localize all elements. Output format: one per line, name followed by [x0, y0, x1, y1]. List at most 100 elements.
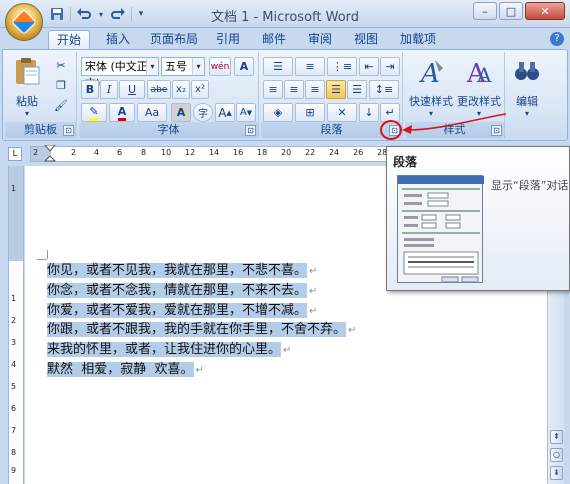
next-page-icon[interactable]: ⇟ [550, 466, 563, 480]
clipboard-launcher-icon[interactable]: ⊡ [63, 125, 74, 136]
document-line[interactable]: 来我的怀里，或者，让我住进你的心里。 ↵ [47, 341, 356, 361]
change-styles-button[interactable]: AA 更改样式 ▾ [455, 56, 503, 118]
line-spacing-button[interactable]: ↕≡ [369, 80, 399, 99]
char-border-button[interactable]: A [234, 57, 254, 76]
shrink-font-button[interactable]: A ▼ [236, 103, 256, 122]
cut-icon[interactable]: ✂ [51, 56, 71, 75]
minimize-button[interactable]: – [473, 2, 497, 20]
superscript-button[interactable]: x² [191, 80, 209, 99]
borders-button[interactable]: ⊞ [295, 103, 325, 122]
vruler-number: 1 [11, 294, 17, 303]
align-right-button[interactable]: ≡ [305, 80, 325, 99]
document-line[interactable]: 你念，或者不念我，情就在那里，不来不去。 ↵ [47, 282, 356, 302]
close-button[interactable]: ✕ [525, 2, 565, 20]
editing-dropdown-icon[interactable]: ▾ [509, 109, 545, 118]
bullets-button[interactable]: ☰ [263, 57, 293, 76]
phonetic-guide-button[interactable]: wén [209, 57, 231, 76]
sort-icon: ↓ [364, 106, 374, 119]
tab-view[interactable]: 视图 [348, 30, 384, 50]
font-size-dropdown-icon[interactable]: ▾ [192, 58, 204, 75]
document-line[interactable]: 你跟，或者不跟我，我的手就在你手里，不舍不弃。 ↵ [47, 321, 356, 341]
tab-mailings[interactable]: 邮件 [256, 30, 292, 50]
numbering-icon: ≡ [305, 60, 315, 73]
paragraph-mark-icon: ↵ [309, 266, 318, 277]
maximize-button[interactable]: □ [499, 2, 523, 20]
quick-styles-button[interactable]: A 快速样式 ▾ [407, 56, 455, 118]
grow-font-button[interactable]: A ▲ [215, 103, 235, 122]
ruler-number: 12 [185, 148, 196, 157]
distributed-button[interactable]: ☰ [347, 80, 367, 99]
align-center-button[interactable]: ≡ [284, 80, 304, 99]
paste-dropdown-icon[interactable]: ▾ [9, 109, 45, 118]
tab-home[interactable]: 开始 [48, 30, 90, 50]
font-size-combo[interactable]: 五号 ▾ [161, 57, 205, 76]
numbering-button[interactable]: ≡ [295, 57, 325, 76]
quick-styles-label: 快速样式 [409, 95, 453, 108]
asian-layout-button[interactable]: ✕ [327, 103, 357, 122]
paragraph-mark-icon: ↵ [283, 345, 292, 357]
page-corner-mark [37, 259, 47, 260]
font-name-dropdown-icon[interactable]: ▾ [146, 58, 158, 75]
tab-selector-icon[interactable]: L [8, 147, 22, 161]
font-color-icon: A [117, 105, 127, 121]
editing-button[interactable]: 编辑 ▾ [509, 56, 545, 118]
document-body[interactable]: 你见，或者不见我，我就在那里，不悲不喜。 ↵ 你念，或者不念我，情就在那里，不来不… [47, 262, 356, 381]
paragraph-tooltip: 段落 显示“段落”对话 [386, 146, 570, 291]
font-launcher-icon[interactable]: ⊡ [245, 125, 256, 136]
strikethrough-button[interactable]: abe [147, 80, 171, 99]
binoculars-icon [515, 62, 539, 80]
vruler-number: 7 [11, 426, 17, 435]
office-button[interactable] [5, 3, 43, 41]
underline-button[interactable]: U [119, 80, 145, 99]
ruler-number: 24 [329, 148, 340, 157]
paste-button[interactable]: 粘贴 ▾ [9, 56, 45, 118]
paragraph-mark-icon: ↵ [385, 106, 395, 119]
copy-icon[interactable]: ❐ [51, 76, 71, 95]
selected-text: 默然 相爱，寂静 欢喜。 [47, 361, 194, 377]
shading-button[interactable]: ◈ [263, 103, 293, 122]
shrink-font-icon: A [239, 107, 247, 118]
document-line[interactable]: 你爱，或者不爱我，爱就在那里，不增不减。 ↵ [47, 302, 356, 322]
justify-icon: ☰ [331, 83, 341, 96]
format-painter-icon[interactable]: 🖌 [51, 96, 71, 115]
change-case-button[interactable]: Aa [137, 103, 167, 122]
decrease-indent-button[interactable]: ⇤ [359, 57, 379, 76]
ruler-number: 20 [281, 148, 292, 157]
title-bar: ▾ ▾ 文档 1 - Microsoft Word – □ ✕ [0, 0, 570, 28]
help-icon[interactable]: ? [550, 32, 564, 46]
select-browse-object-icon[interactable]: ○ [550, 448, 563, 462]
tab-references[interactable]: 引用 [210, 30, 246, 50]
previous-page-icon[interactable]: ⇞ [550, 430, 563, 444]
justify-button[interactable]: ☰ [326, 80, 346, 99]
char-shading-button[interactable]: A [171, 103, 191, 122]
font-name-combo[interactable]: 宋体 (中文正文) ▾ [81, 57, 159, 90]
paragraph-mark-icon: ↵ [309, 305, 318, 317]
ruler-number: 2 [71, 148, 77, 157]
ruler-number: 22 [305, 148, 316, 157]
multilevel-list-button[interactable]: ⋮≡ [327, 57, 357, 76]
font-color-button[interactable]: A [109, 103, 135, 122]
indent-marker-icon[interactable] [44, 145, 56, 163]
vertical-ruler[interactable]: 1 1 2 3 4 5 6 7 8 9 [8, 166, 24, 484]
editing-group: 编辑 ▾ [507, 52, 547, 138]
document-line[interactable]: 默然 相爱，寂静 欢喜。 ↵ [47, 361, 356, 381]
tab-add-ins[interactable]: 加载项 [394, 30, 442, 50]
align-left-button[interactable]: ≡ [263, 80, 283, 99]
paragraph-mark-icon: ↵ [309, 285, 318, 297]
selected-text: 你念，或者不念我，情就在那里，不来不去。 [47, 282, 308, 298]
sort-button[interactable]: ↓ [359, 103, 379, 122]
document-line[interactable]: 你见，或者不见我，我就在那里，不悲不喜。 ↵ [47, 262, 356, 282]
tab-insert[interactable]: 插入 [100, 30, 136, 50]
paragraph-mark-icon: ↵ [195, 364, 204, 376]
annotation-arrow [402, 113, 507, 134]
enclose-chars-button[interactable]: 字 [193, 103, 213, 122]
tab-page-layout[interactable]: 页面布局 [146, 30, 202, 50]
tab-review[interactable]: 审阅 [302, 30, 338, 50]
paste-label: 粘贴 [16, 95, 38, 108]
svg-text:A: A [476, 63, 492, 87]
text-highlight-button[interactable]: ✎ [81, 103, 107, 122]
increase-indent-button[interactable]: ⇥ [380, 57, 400, 76]
subscript-button[interactable]: x₂ [172, 80, 190, 99]
bold-button[interactable]: B [81, 80, 99, 99]
italic-button[interactable]: I [100, 80, 118, 99]
